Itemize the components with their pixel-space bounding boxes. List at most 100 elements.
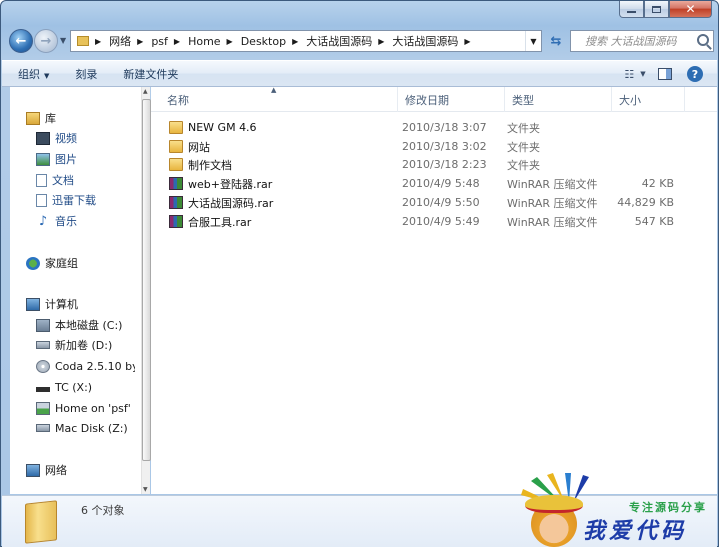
scrollbar-thumb[interactable] xyxy=(142,99,151,461)
file-row[interactable]: 合服工具.rar 2010/4/9 5:49 WinRAR 压缩文件 547 K… xyxy=(151,212,717,231)
breadcrumb-psf[interactable]: psf ▶ xyxy=(151,35,188,48)
navigation-scrollbar[interactable]: ▲ ▼ xyxy=(141,87,151,494)
burn-button[interactable]: 刻录 xyxy=(75,66,97,82)
scroll-down-icon[interactable]: ▼ xyxy=(143,486,148,493)
drive-icon xyxy=(36,341,50,349)
sidebar-item-network[interactable]: 网络 xyxy=(10,461,135,479)
chevron-right-icon: ▶ xyxy=(137,36,144,46)
rar-icon xyxy=(169,215,183,228)
close-button[interactable]: ✕ xyxy=(669,1,712,18)
sidebar-item-music[interactable]: ♪ 音乐 xyxy=(10,212,135,230)
rar-icon xyxy=(169,196,183,209)
file-row[interactable]: NEW GM 4.6 2010/3/18 3:07 文件夹 xyxy=(151,118,717,137)
sidebar-item-computer[interactable]: 计算机 xyxy=(10,295,135,313)
new-folder-button[interactable]: 新建文件夹 xyxy=(123,66,178,82)
folder-icon xyxy=(169,158,183,171)
sidebar-item-drive-z[interactable]: Mac Disk (Z:) xyxy=(10,419,135,437)
library-icon xyxy=(26,111,40,125)
view-list-icon: ☷ xyxy=(624,67,635,81)
organize-button[interactable]: 组织 ▼ xyxy=(18,66,49,82)
documents-icon xyxy=(36,173,47,187)
disc-icon xyxy=(36,359,50,373)
sidebar-item-videos[interactable]: 视频 xyxy=(10,129,135,147)
chevron-down-icon: ▼ xyxy=(530,36,537,46)
chevron-right-icon: ▶ xyxy=(378,36,385,46)
help-icon: ? xyxy=(691,67,699,81)
folder-icon xyxy=(77,36,89,46)
address-bar[interactable]: ▶ 网络 ▶ psf ▶ Home ▶ Desktop ▶ 大话战国源码 ▶ 大话战国源码… xyxy=(70,30,542,52)
close-icon: ✕ xyxy=(685,2,696,16)
breadcrumb-current[interactable]: 大话战国源码 ▶ xyxy=(392,33,478,49)
computer-icon xyxy=(26,297,40,311)
breadcrumb-desktop[interactable]: Desktop ▶ xyxy=(241,35,307,48)
navigation-pane: 库 视频 图片 文档 迅雷下载 ♪ 音乐 家庭组 计算机 本地磁盘 (C:) 新加… xyxy=(10,87,151,494)
search-input[interactable]: 搜索 大话战国源码 xyxy=(570,30,714,52)
folder-large-icon xyxy=(25,500,57,544)
column-size[interactable]: 大小 xyxy=(612,87,685,112)
column-type[interactable]: 类型 xyxy=(505,87,612,112)
preview-pane-icon xyxy=(658,68,672,80)
sidebar-item-drive-d[interactable]: 新加卷 (D:) xyxy=(10,336,135,354)
watermark-logo: 专注源码分享 我爱代码 xyxy=(521,473,719,548)
breadcrumb-root-chevron[interactable]: ▶ xyxy=(95,37,109,46)
change-view-button[interactable]: ☷ ▼ xyxy=(624,67,645,81)
sidebar-item-homegroup[interactable]: 家庭组 xyxy=(10,254,135,272)
sidebar-item-network-drive[interactable]: Home on 'psf' ( xyxy=(10,399,135,417)
explorer-window: ✕ ← → ▼ ▶ 网络 ▶ psf ▶ Home ▶ Desktop ▶ 大话战国源码… xyxy=(0,0,719,547)
sidebar-item-dvd[interactable]: Coda 2.5.10 by xyxy=(10,357,135,375)
chevron-right-icon: ▶ xyxy=(292,36,299,46)
sidebar-item-drive-x[interactable]: TC (X:) xyxy=(10,378,135,396)
folder-icon xyxy=(169,121,183,134)
scroll-up-icon[interactable]: ▲ xyxy=(143,88,148,95)
file-row[interactable]: 大话战国源码.rar 2010/4/9 5:50 WinRAR 压缩文件 44,… xyxy=(151,193,717,212)
refresh-icon: ⇆ xyxy=(550,33,562,49)
chevron-right-icon: ▶ xyxy=(464,36,471,46)
back-arrow-icon: ← xyxy=(15,33,27,49)
refresh-button[interactable]: ⇆ xyxy=(545,30,567,52)
drive-icon xyxy=(36,424,50,432)
help-button[interactable]: ? xyxy=(687,66,703,82)
search-icon xyxy=(697,34,709,46)
address-history-dropdown[interactable]: ▼ xyxy=(525,31,541,51)
sidebar-item-xunlei[interactable]: 迅雷下载 xyxy=(10,191,135,209)
view-controls: ☷ ▼ ? xyxy=(624,66,703,82)
pictures-icon xyxy=(36,152,50,166)
column-name[interactable]: ▲ 名称 xyxy=(151,86,398,112)
network-drive-icon xyxy=(36,401,50,415)
network-icon xyxy=(26,463,40,477)
download-icon xyxy=(36,193,47,207)
breadcrumb-parent[interactable]: 大话战国源码 ▶ xyxy=(306,33,392,49)
rar-icon xyxy=(169,177,183,190)
chevron-right-icon: ▶ xyxy=(226,36,233,46)
straw-hat-icon xyxy=(525,495,583,513)
column-headers: ▲ 名称 修改日期 类型 大小 xyxy=(151,86,717,112)
folder-icon xyxy=(169,140,183,153)
music-note-icon: ♪ xyxy=(38,213,48,229)
chevron-right-icon: ▶ xyxy=(95,36,102,46)
sidebar-item-pictures[interactable]: 图片 xyxy=(10,150,135,168)
sidebar-item-drive-c[interactable]: 本地磁盘 (C:) xyxy=(10,316,135,334)
forward-button[interactable]: → xyxy=(34,29,58,53)
chevron-right-icon: ▶ xyxy=(173,36,181,46)
preview-pane-button[interactable] xyxy=(657,67,673,81)
breadcrumb-home[interactable]: Home ▶ xyxy=(188,35,241,48)
sidebar-item-library[interactable]: 库 xyxy=(10,109,135,127)
maximize-icon xyxy=(652,5,661,13)
homegroup-icon xyxy=(26,256,40,270)
item-count: 6 个对象 xyxy=(81,504,125,517)
minimize-button[interactable] xyxy=(619,1,644,18)
sidebar-item-documents[interactable]: 文档 xyxy=(10,171,135,189)
command-bar: 组织 ▼ 刻录 新建文件夹 ☷ ▼ ? xyxy=(2,60,717,87)
breadcrumb-network[interactable]: 网络 ▶ xyxy=(109,33,151,49)
chevron-down-icon: ▼ xyxy=(44,71,50,80)
file-row[interactable]: 网站 2010/3/18 3:02 文件夹 xyxy=(151,137,717,156)
file-row[interactable]: 制作文档 2010/3/18 2:23 文件夹 xyxy=(151,155,717,174)
column-date-modified[interactable]: 修改日期 xyxy=(398,87,505,112)
back-button[interactable]: ← xyxy=(9,29,33,53)
file-row[interactable]: web+登陆器.rar 2010/4/9 5:48 WinRAR 压缩文件 42… xyxy=(151,174,717,193)
drive-icon xyxy=(36,386,50,392)
maximize-button[interactable] xyxy=(644,1,669,18)
video-icon xyxy=(36,131,50,145)
minimize-icon xyxy=(627,11,636,13)
recent-pages-dropdown[interactable]: ▼ xyxy=(60,36,66,45)
